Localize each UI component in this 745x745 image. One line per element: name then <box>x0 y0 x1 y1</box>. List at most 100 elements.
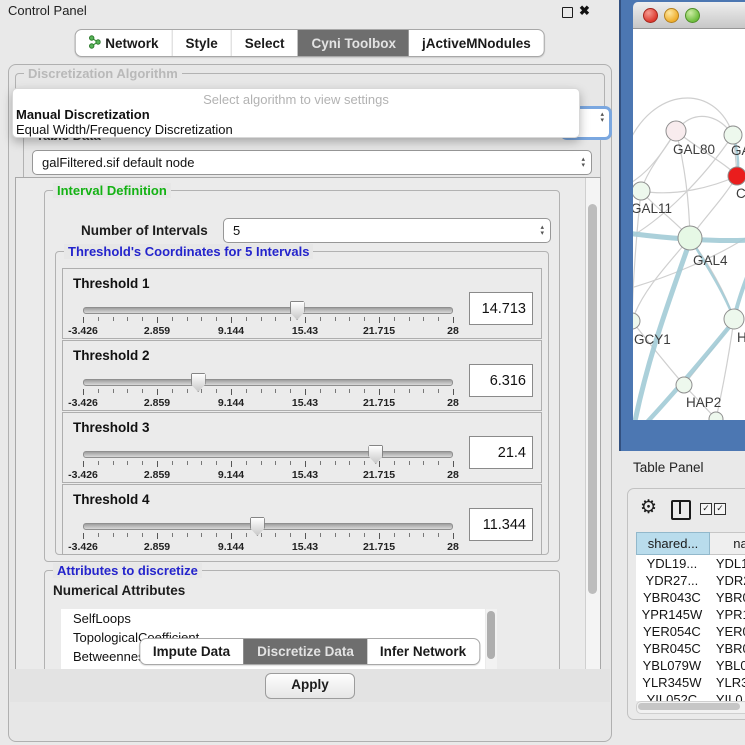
cell-name[interactable]: YDL1 <box>708 555 745 572</box>
threshold-value-field[interactable] <box>469 508 533 541</box>
cell-name[interactable]: YER0 <box>708 623 745 640</box>
threshold-label: Threshold 4 <box>73 492 150 507</box>
slider-tick-label: -3.426 <box>68 325 98 337</box>
threshold-slider[interactable]: -3.4262.8599.14415.4321.71528 <box>83 519 453 553</box>
network-node[interactable] <box>633 182 650 200</box>
tab-discretize-data[interactable]: Discretize Data <box>243 639 367 664</box>
network-node[interactable] <box>678 226 702 250</box>
checkbox-icon[interactable]: ✓ <box>700 503 712 515</box>
threshold-value-field[interactable] <box>469 436 533 469</box>
table-row[interactable]: YBR043CYBR0 <box>636 589 745 606</box>
split-columns-icon[interactable] <box>671 500 691 520</box>
column-header-name[interactable]: na <box>710 532 745 555</box>
minimize-traffic-light-icon[interactable] <box>664 8 679 23</box>
scrollbar-thumb[interactable] <box>487 611 495 659</box>
cell-name[interactable]: YIL0 <box>708 691 745 701</box>
tab-infer-network[interactable]: Infer Network <box>367 639 479 664</box>
slider-tick <box>216 317 217 321</box>
slider-thumb[interactable] <box>290 301 305 320</box>
threshold-value-field[interactable] <box>469 292 533 325</box>
table-row[interactable]: YER054CYER0 <box>636 623 745 640</box>
cell-shared-name[interactable]: YDR27... <box>636 572 708 589</box>
scrollbar-thumb[interactable] <box>588 204 597 594</box>
threshold-slider[interactable]: -3.4262.8599.14415.4321.71528 <box>83 375 453 409</box>
table-row[interactable]: YDR27...YDR2 <box>636 572 745 589</box>
attributes-list-scrollbar[interactable] <box>486 609 497 671</box>
network-window-titlebar[interactable] <box>633 2 745 29</box>
slider-tick <box>290 533 291 537</box>
network-node[interactable] <box>728 167 745 185</box>
network-node[interactable] <box>724 309 744 329</box>
cell-shared-name[interactable]: YLR345W <box>636 674 708 691</box>
cell-shared-name[interactable]: YBL079W <box>636 657 708 674</box>
checkbox-icon[interactable]: ✓ <box>714 503 726 515</box>
tab-label: jActiveMNodules <box>422 36 531 51</box>
tab-style[interactable]: Style <box>171 30 230 56</box>
table-row[interactable]: YLR345WYLR3 <box>636 674 745 691</box>
dropdown-option-equal-width[interactable]: Equal Width/Frequency Discretization <box>13 122 579 137</box>
cell-shared-name[interactable]: YER054C <box>636 623 708 640</box>
table-row[interactable]: YBL079WYBL0 <box>636 657 745 674</box>
table-row[interactable]: YIL052CYIL0 <box>636 691 745 701</box>
network-node[interactable] <box>666 121 686 141</box>
network-canvas[interactable]: GAL80GACGAL11GAL4GCY1HHAP2 <box>633 29 745 420</box>
gear-icon[interactable]: ⚙ <box>640 495 657 521</box>
slider-track[interactable] <box>83 523 453 530</box>
threshold-slider[interactable]: -3.4262.8599.14415.4321.71528 <box>83 303 453 337</box>
num-intervals-combobox[interactable]: 5 ▴▾ <box>223 218 551 243</box>
scrollbar-thumb[interactable] <box>638 703 740 710</box>
network-view-window[interactable]: GAL80GACGAL11GAL4GCY1HHAP2 <box>619 0 745 451</box>
combobox-spinner-icon[interactable]: ▴▾ <box>540 219 544 242</box>
threshold-value-field[interactable] <box>469 364 533 397</box>
cell-name[interactable]: YLR3 <box>708 674 745 691</box>
slider-thumb[interactable] <box>250 517 265 536</box>
table-data-combobox[interactable]: galFiltered.sif default node ▴▾ <box>32 150 592 175</box>
cell-name[interactable]: YDR2 <box>708 572 745 589</box>
threshold-slider[interactable]: -3.4262.8599.14415.4321.71528 <box>83 447 453 481</box>
table-row[interactable]: YDL19...YDL1 <box>636 555 745 572</box>
close-icon[interactable]: ✖ <box>579 2 590 20</box>
tab-select[interactable]: Select <box>231 30 298 56</box>
column-header-shared[interactable]: shared... <box>636 532 710 555</box>
tab-label: Discretize Data <box>257 644 354 659</box>
slider-tick-label: 15.43 <box>292 325 318 337</box>
network-node[interactable] <box>676 377 692 393</box>
network-node[interactable] <box>633 313 640 329</box>
zoom-traffic-light-icon[interactable] <box>685 8 700 23</box>
slider-tick <box>231 389 232 395</box>
slider-thumb[interactable] <box>191 373 206 392</box>
apply-button[interactable]: Apply <box>265 673 355 699</box>
cell-shared-name[interactable]: YPR145W <box>636 606 708 623</box>
tab-cyni-toolbox[interactable]: Cyni Toolbox <box>298 30 410 56</box>
cell-name[interactable]: YPR1 <box>708 606 745 623</box>
combobox-spinner-icon[interactable]: ▴▾ <box>581 151 585 174</box>
combobox-spinner-icon[interactable]: ▴▾ <box>600 112 604 124</box>
settings-scrollbar[interactable] <box>585 178 600 670</box>
tab-jactivemnodules[interactable]: jActiveMNodules <box>409 30 544 56</box>
slider-thumb[interactable] <box>368 445 383 464</box>
table-row[interactable]: YPR145WYPR1 <box>636 606 745 623</box>
list-item[interactable]: SelfLoops <box>61 609 485 628</box>
slider-track[interactable] <box>83 307 453 314</box>
network-node[interactable] <box>724 126 742 144</box>
cell-shared-name[interactable]: YBR043C <box>636 589 708 606</box>
slider-track[interactable] <box>83 379 453 386</box>
slider-tick <box>187 461 188 465</box>
cell-name[interactable]: YBR0 <box>708 640 745 657</box>
slider-tick <box>379 461 380 467</box>
dropdown-option-manual[interactable]: Manual Discretization <box>13 107 579 122</box>
cell-shared-name[interactable]: YBR045C <box>636 640 708 657</box>
tab-network[interactable]: Network <box>75 30 171 56</box>
tab-impute-data[interactable]: Impute Data <box>140 639 243 664</box>
slider-tick-label: 28 <box>447 469 459 481</box>
close-traffic-light-icon[interactable] <box>643 8 658 23</box>
table-hscrollbar[interactable] <box>636 701 745 714</box>
slider-tick <box>364 533 365 537</box>
table-row[interactable]: YBR045CYBR0 <box>636 640 745 657</box>
cell-name[interactable]: YBL0 <box>708 657 745 674</box>
cell-name[interactable]: YBR0 <box>708 589 745 606</box>
cell-shared-name[interactable]: YIL052C <box>636 691 708 701</box>
float-icon[interactable] <box>562 7 573 18</box>
slider-track[interactable] <box>83 451 453 458</box>
cell-shared-name[interactable]: YDL19... <box>636 555 708 572</box>
